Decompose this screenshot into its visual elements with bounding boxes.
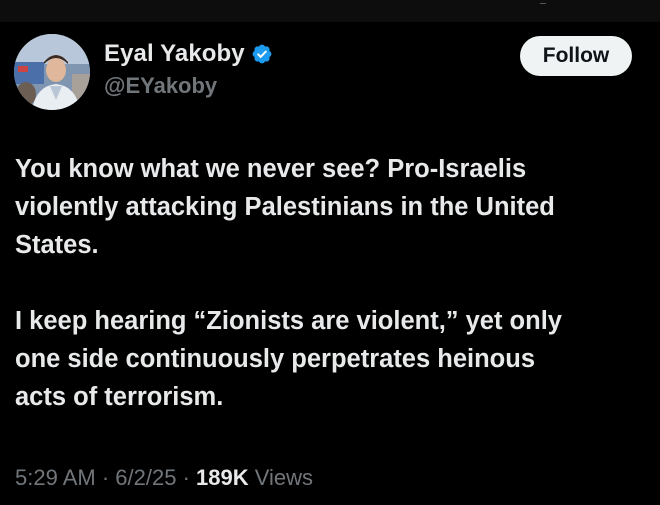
- tweet-paragraph: You know what we never see? Pro-Israelis…: [15, 155, 555, 259]
- tweet-metadata: 5:29 AM · 6/2/25 · 189K Views: [15, 465, 313, 491]
- views-count: 189K: [196, 465, 249, 490]
- tweet-date[interactable]: 6/2/25: [115, 465, 176, 490]
- verified-badge-icon: [251, 43, 273, 65]
- follow-button[interactable]: Follow: [520, 36, 632, 76]
- avatar-image: [14, 34, 90, 110]
- tweet-text: You know what we never see? Pro-Israelis…: [15, 150, 645, 416]
- author-name-row: Eyal Yakoby: [104, 40, 273, 68]
- author-handle[interactable]: @EYakoby: [104, 73, 217, 99]
- author-display-name[interactable]: Eyal Yakoby: [104, 40, 245, 68]
- top-bar: [0, 0, 660, 22]
- views-label: Views: [254, 465, 314, 490]
- top-bar-mark: [540, 0, 546, 4]
- meta-separator: ·: [176, 465, 197, 490]
- tweet-paragraph: I keep hearing “Zionists are violent,” y…: [15, 307, 562, 411]
- meta-separator: ·: [95, 465, 116, 490]
- avatar[interactable]: [14, 34, 90, 110]
- tweet-time[interactable]: 5:29 AM: [15, 465, 96, 490]
